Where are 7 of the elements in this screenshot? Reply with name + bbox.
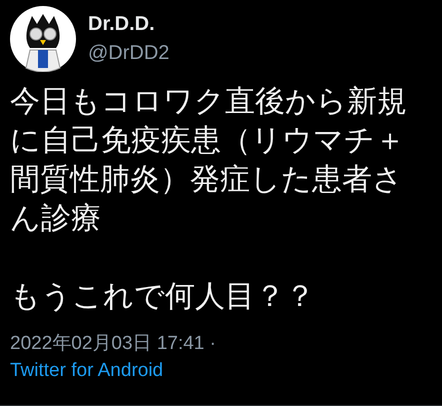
tweet-timestamp[interactable]: 2022年02月03日 17:41 · bbox=[10, 330, 216, 356]
source-link[interactable]: Twitter for Android bbox=[10, 360, 164, 382]
tweet-paragraph: もうこれで何人目？？ bbox=[10, 278, 316, 316]
author-name[interactable]: Dr.D.D. bbox=[88, 13, 155, 36]
tweet-paragraph: 今日もコロワク直後から新規に自己免疫疾患（リウマチ＋間質性肺炎）発症した患者さん診療 bbox=[10, 83, 408, 238]
author-handle[interactable]: @DrDD2 bbox=[88, 42, 170, 65]
avatar-drawing bbox=[10, 6, 76, 72]
